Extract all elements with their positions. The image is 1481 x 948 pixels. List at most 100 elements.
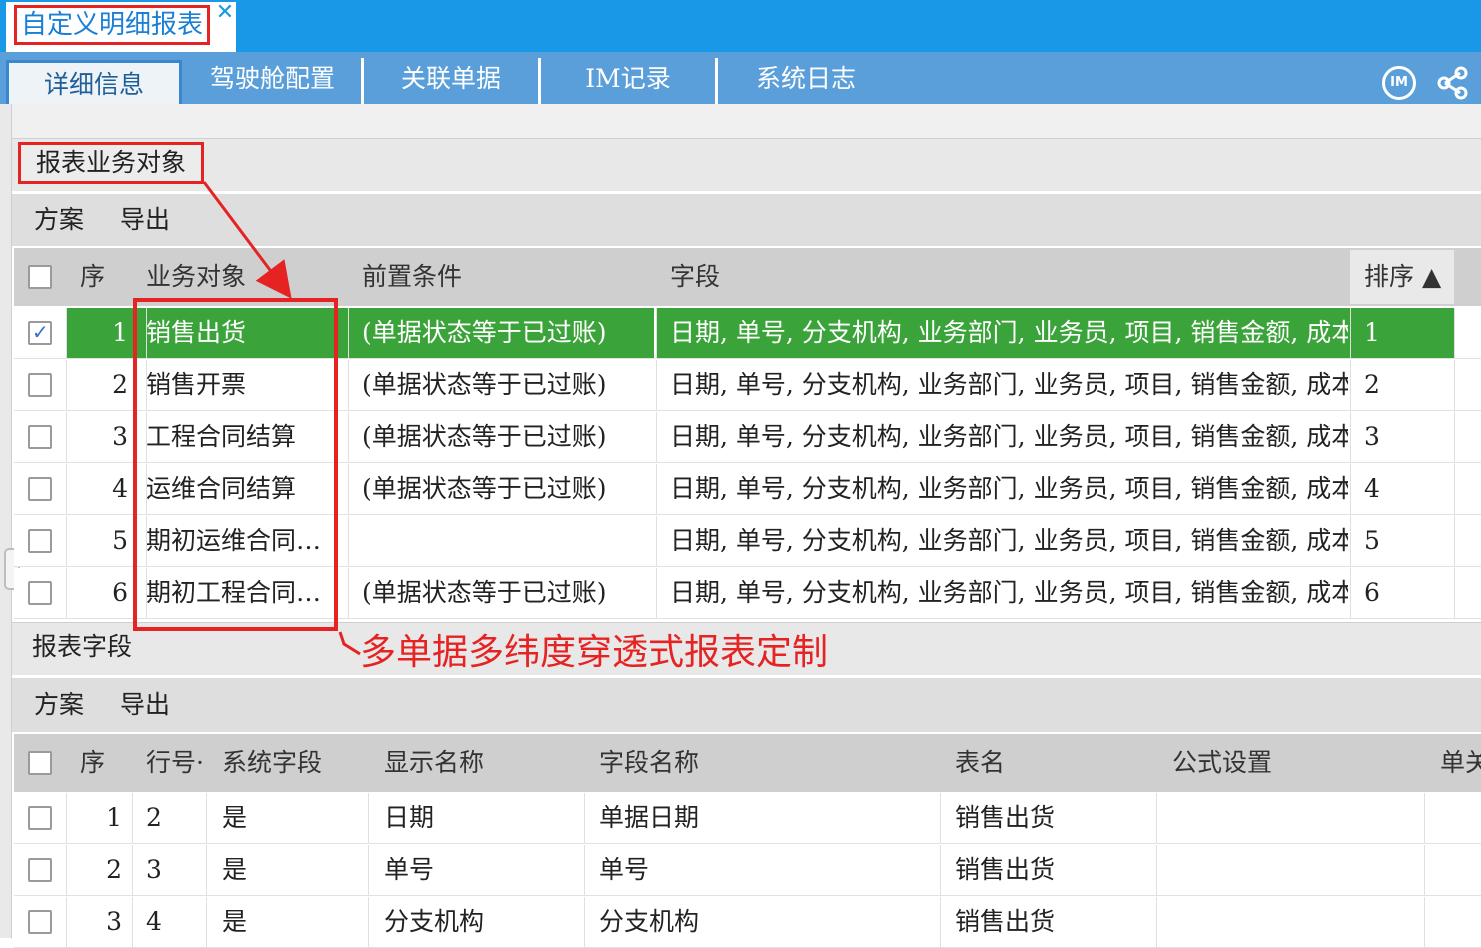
row-sort: 1 [1364, 318, 1380, 347]
column-divider [1350, 568, 1351, 618]
row-seq: 1 [112, 318, 128, 347]
column-divider [1454, 308, 1455, 358]
column-divider [66, 568, 67, 618]
column-divider [66, 845, 67, 895]
annotation-text: 多单据多纬度穿透式报表定制 [360, 632, 829, 673]
column-header-seq[interactable]: 序 [80, 734, 105, 792]
column-divider [132, 793, 133, 843]
row-checkbox[interactable] [28, 581, 52, 605]
column-divider [66, 464, 67, 514]
row-sort: 5 [1364, 526, 1380, 555]
toolbar-business-objects: 方案 导出 [12, 194, 1481, 246]
row-display-name: 分支机构 [384, 907, 485, 936]
column-divider [66, 793, 67, 843]
row-checkbox[interactable] [28, 806, 52, 830]
column-divider [348, 412, 349, 462]
tab-details[interactable]: 详细信息 [6, 60, 182, 106]
row-fields: 日期, 单号, 分支机构, 业务部门, 业务员, 项目, 销售金额, 成本 [670, 578, 1348, 607]
column-divider [66, 516, 67, 566]
row-seq: 3 [112, 422, 128, 451]
content-top-strip [0, 104, 1481, 138]
column-header-formula[interactable]: 公式设置 [1172, 734, 1272, 792]
column-divider [1350, 412, 1351, 462]
column-divider [66, 360, 67, 410]
row-checkbox[interactable] [28, 320, 52, 345]
scheme-button[interactable]: 方案 [34, 194, 84, 246]
column-header-condition[interactable]: 前置条件 [362, 248, 462, 306]
row-seq: 2 [112, 370, 128, 399]
annotation-highlight-box [133, 298, 338, 631]
row-checkbox[interactable] [28, 910, 52, 934]
select-all-checkbox[interactable] [28, 751, 52, 775]
column-header-system-field[interactable]: 系统字段 [222, 734, 322, 792]
table-row[interactable]: 3 4 是分支机构 分支机构 销售出货 [14, 897, 1481, 948]
select-all-checkbox[interactable] [28, 265, 52, 289]
row-seq: 3 [106, 907, 122, 936]
row-field-name: 分支机构 [599, 907, 700, 936]
im-icon[interactable]: IM [1382, 66, 1416, 100]
column-divider [656, 464, 657, 514]
column-divider [1424, 897, 1425, 947]
column-divider [1424, 845, 1425, 895]
column-divider [368, 845, 369, 895]
row-condition: (单据状态等于已过账) [362, 474, 607, 503]
tab-related-docs[interactable]: 关联单据 [364, 58, 541, 104]
column-divider [206, 793, 207, 843]
column-header-display-name[interactable]: 显示名称 [384, 734, 484, 792]
column-header-fields[interactable]: 字段 [670, 248, 720, 306]
column-divider [206, 897, 207, 947]
row-seq: 4 [112, 474, 128, 503]
column-divider [132, 845, 133, 895]
column-divider [656, 516, 657, 566]
column-divider [1350, 516, 1351, 566]
row-seq: 1 [106, 803, 122, 832]
column-divider [66, 412, 67, 462]
column-divider [1454, 412, 1455, 462]
column-divider [1454, 568, 1455, 618]
row-condition: (单据状态等于已过账) [362, 370, 607, 399]
row-checkbox[interactable] [28, 373, 52, 397]
scheme-button[interactable]: 方案 [34, 679, 84, 731]
left-rail [0, 104, 12, 938]
table-row[interactable]: 2 3 是单号 单号 销售出货 [14, 845, 1481, 896]
row-field-name: 单据日期 [599, 803, 700, 832]
toolbar-report-fields: 方案 导出 [12, 678, 1481, 732]
row-fields: 日期, 单号, 分支机构, 业务部门, 业务员, 项目, 销售金额, 成本 [670, 422, 1348, 451]
row-checkbox[interactable] [28, 425, 52, 449]
column-divider [348, 308, 349, 358]
close-icon[interactable]: ✕ [214, 2, 236, 24]
tab-cockpit-config[interactable]: 驾驶舱配置 [184, 58, 364, 104]
export-button[interactable]: 导出 [120, 679, 170, 731]
column-divider [348, 360, 349, 410]
column-header-line-no[interactable]: 行号· [146, 734, 204, 792]
column-divider [348, 568, 349, 618]
column-divider [584, 845, 585, 895]
tab-system-log[interactable]: 系统日志 [718, 58, 894, 104]
tab-im-records[interactable]: IM记录 [541, 58, 718, 104]
row-checkbox[interactable] [28, 858, 52, 882]
column-divider [1156, 793, 1157, 843]
column-header-seq[interactable]: 序 [80, 248, 105, 306]
row-field-name: 单号 [599, 855, 650, 884]
row-condition: (单据状态等于已过账) [362, 318, 607, 347]
row-system-field: 是 [222, 855, 248, 884]
row-checkbox[interactable] [28, 477, 52, 501]
share-icon[interactable] [1436, 66, 1470, 100]
row-seq: 2 [106, 855, 122, 884]
column-divider [940, 845, 941, 895]
column-header-single[interactable]: 单关 [1440, 734, 1481, 792]
column-divider [584, 793, 585, 843]
table-row[interactable]: 1 2 是日期 单据日期 销售出货 [14, 793, 1481, 844]
column-header-sort[interactable]: 排序 ▲ [1364, 248, 1441, 306]
row-checkbox[interactable] [28, 529, 52, 553]
column-divider [1350, 308, 1351, 358]
document-tab-title[interactable]: 自定义明细报表 [14, 5, 210, 45]
column-divider [1156, 845, 1157, 895]
column-divider [1350, 360, 1351, 410]
column-divider [1454, 360, 1455, 410]
export-button[interactable]: 导出 [120, 194, 170, 246]
row-sort: 4 [1364, 474, 1380, 503]
column-divider [368, 793, 369, 843]
column-header-field-name[interactable]: 字段名称 [599, 734, 699, 792]
column-header-table-name[interactable]: 表名 [955, 734, 1005, 792]
